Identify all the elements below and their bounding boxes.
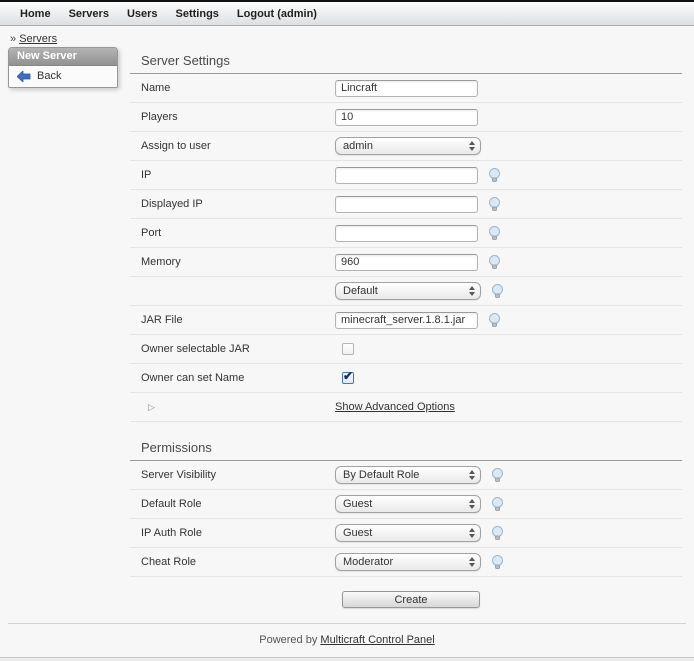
nav-item-home[interactable]: Home	[20, 8, 51, 20]
advanced-options-row: ▷ Show Advanced Options	[130, 393, 682, 422]
select-value: Guest	[343, 527, 372, 539]
form-row-displayed-ip: Displayed IP	[130, 190, 682, 219]
sidebar-title: New Server	[9, 48, 117, 66]
jar-file-input[interactable]	[335, 312, 478, 329]
select-stepper-icon	[469, 286, 475, 296]
displayed-ip-input[interactable]	[335, 196, 478, 213]
assign-user-select[interactable]: admin	[335, 137, 481, 155]
form-row-port: Port	[130, 219, 682, 248]
show-advanced-options-link[interactable]: Show Advanced Options	[335, 401, 455, 413]
form-row-cheat-role: Cheat Role Moderator	[130, 548, 682, 577]
help-bulb-icon[interactable]	[491, 555, 504, 570]
field-label: Cheat Role	[141, 556, 335, 568]
server-settings-heading: Server Settings	[141, 53, 682, 68]
create-button[interactable]: Create	[342, 591, 480, 608]
back-arrow-icon	[17, 71, 31, 82]
field-label: Server Visibility	[141, 469, 335, 481]
field-label: IP Auth Role	[141, 527, 335, 539]
ip-auth-role-select[interactable]: Guest	[335, 524, 481, 542]
help-bulb-icon[interactable]	[491, 468, 504, 483]
field-label: Owner selectable JAR	[141, 343, 335, 355]
form-row-owner-can-set-name: Owner can set Name	[130, 364, 682, 393]
main-content: Server Settings Name Players Assign to u…	[130, 45, 682, 621]
breadcrumb-link-servers[interactable]: Servers	[19, 33, 57, 45]
help-bulb-icon[interactable]	[491, 497, 504, 512]
select-value: Moderator	[343, 556, 393, 568]
players-input[interactable]	[335, 109, 478, 126]
select-value: Default	[343, 285, 378, 297]
footer-text: Powered by	[259, 634, 317, 646]
advanced-label-area: ▷	[141, 401, 335, 413]
window-bottom-edge	[0, 657, 694, 661]
nav-item-settings[interactable]: Settings	[176, 8, 219, 20]
field-label: Port	[141, 227, 335, 239]
form-row-name: Name	[130, 74, 682, 103]
help-bulb-icon[interactable]	[488, 255, 501, 270]
field-label: Players	[141, 111, 335, 123]
select-stepper-icon	[469, 528, 475, 538]
field-label: IP	[141, 169, 335, 181]
field-label: Owner can set Name	[141, 372, 335, 384]
help-bulb-icon[interactable]	[491, 284, 504, 299]
cheat-role-select[interactable]: Moderator	[335, 553, 481, 571]
owner-can-set-name-checkbox[interactable]	[342, 372, 354, 384]
field-label: Default Role	[141, 498, 335, 510]
owner-selectable-jar-checkbox[interactable]	[342, 343, 354, 355]
field-label: Memory	[141, 256, 335, 268]
form-row-memory: Memory	[130, 248, 682, 277]
form-row-jar-file: JAR File	[130, 306, 682, 335]
back-button-label: Back	[37, 70, 61, 82]
form-row-players: Players	[130, 103, 682, 132]
disclosure-triangle-icon[interactable]: ▷	[148, 402, 155, 412]
form-row-owner-selectable-jar: Owner selectable JAR	[130, 335, 682, 364]
help-bulb-icon[interactable]	[491, 526, 504, 541]
main-navbar: Home Servers Users Settings Logout (admi…	[0, 2, 694, 26]
footer: Powered by Multicraft Control Panel	[0, 634, 694, 646]
select-stepper-icon	[469, 470, 475, 480]
form-row-default-template: Default	[130, 277, 682, 306]
help-bulb-icon[interactable]	[488, 313, 501, 328]
help-bulb-icon[interactable]	[488, 168, 501, 183]
field-label: Displayed IP	[141, 198, 335, 210]
default-select[interactable]: Default	[335, 282, 481, 300]
help-bulb-icon[interactable]	[488, 197, 501, 212]
form-row-default-role: Default Role Guest	[130, 490, 682, 519]
field-label: Name	[141, 82, 335, 94]
form-row-assign-user: Assign to user admin	[130, 132, 682, 161]
select-stepper-icon	[469, 141, 475, 151]
default-role-select[interactable]: Guest	[335, 495, 481, 513]
select-stepper-icon	[469, 557, 475, 567]
select-value: admin	[343, 140, 373, 152]
form-row-ip: IP	[130, 161, 682, 190]
port-input[interactable]	[335, 225, 478, 242]
name-input[interactable]	[335, 80, 478, 97]
ip-input[interactable]	[335, 167, 478, 184]
form-row-ip-auth-role: IP Auth Role Guest	[130, 519, 682, 548]
breadcrumb-symbol: »	[10, 33, 16, 45]
multicraft-link[interactable]: Multicraft Control Panel	[320, 634, 434, 646]
nav-item-servers[interactable]: Servers	[69, 8, 109, 20]
form-row-server-visibility: Server Visibility By Default Role	[130, 461, 682, 490]
sidebar-panel: New Server Back	[8, 47, 118, 88]
permissions-heading: Permissions	[141, 440, 682, 455]
breadcrumb: » Servers	[10, 33, 694, 45]
select-value: Guest	[343, 498, 372, 510]
memory-input[interactable]	[335, 254, 478, 271]
select-value: By Default Role	[343, 469, 419, 481]
select-stepper-icon	[469, 499, 475, 509]
nav-item-logout[interactable]: Logout (admin)	[237, 8, 317, 20]
field-label: Assign to user	[141, 140, 335, 152]
footer-divider	[8, 623, 686, 624]
field-label: JAR File	[141, 314, 335, 326]
back-button[interactable]: Back	[9, 66, 117, 87]
server-visibility-select[interactable]: By Default Role	[335, 466, 481, 484]
help-bulb-icon[interactable]	[488, 226, 501, 241]
create-button-row: Create	[130, 577, 682, 621]
nav-item-users[interactable]: Users	[127, 8, 158, 20]
